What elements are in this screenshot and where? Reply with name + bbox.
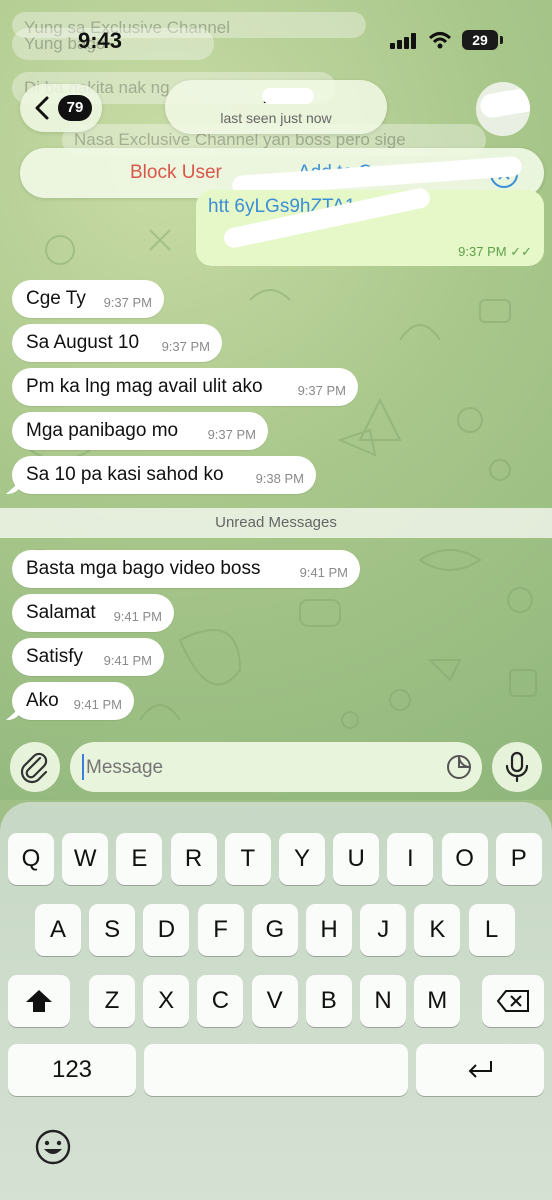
message-time: 9:41 PM — [299, 565, 348, 580]
emoji-icon[interactable] — [34, 1128, 72, 1166]
double-check-icon: ✓✓ — [510, 244, 532, 259]
key-g[interactable]: G — [251, 904, 298, 956]
key-k[interactable]: K — [414, 904, 461, 956]
incoming-message[interactable]: Pm ka lng mag avail ulit ako 9:37 PM — [12, 368, 358, 406]
status-time: 9:43 — [78, 28, 123, 53]
incoming-message[interactable]: Sa 10 pa kasi sahod ko 9:38 PM — [12, 456, 316, 494]
key-y[interactable]: Y — [279, 833, 325, 885]
key-u[interactable]: U — [333, 833, 380, 885]
message-time: 9:37 PM — [207, 427, 256, 442]
numbers-key[interactable]: 123 — [8, 1044, 136, 1096]
incoming-message[interactable]: Salamat 9:41 PM — [12, 594, 174, 632]
key-m[interactable]: M — [414, 975, 461, 1027]
message-time: 9:37 PM — [103, 295, 152, 310]
time-text: 9:37 PM — [458, 244, 507, 259]
message-time: 9:38 PM — [255, 471, 304, 486]
key-s[interactable]: S — [89, 904, 136, 956]
text-caret — [82, 754, 84, 780]
message-text: Sa August 10 — [26, 332, 140, 353]
chevron-left-icon — [35, 96, 49, 120]
avatar[interactable] — [476, 82, 530, 136]
key-z[interactable]: Z — [89, 975, 135, 1027]
attach-button[interactable] — [10, 742, 60, 792]
message-input[interactable] — [84, 754, 428, 782]
key-f[interactable]: F — [197, 904, 244, 956]
delete-key[interactable] — [482, 975, 544, 1027]
shift-icon — [26, 990, 52, 1012]
cellular-signal-icon — [390, 33, 416, 49]
key-e[interactable]: E — [116, 833, 163, 885]
return-key[interactable] — [416, 1044, 544, 1096]
block-user-button[interactable]: Block User — [130, 162, 222, 184]
message-text: Basta mga bago video boss — [26, 558, 261, 579]
return-icon — [468, 1061, 492, 1078]
incoming-message[interactable]: Satisfy 9:41 PM — [12, 638, 164, 676]
message-time: 9:37 PM — [161, 339, 210, 354]
shift-key[interactable] — [8, 975, 70, 1027]
back-button[interactable]: 79 — [20, 84, 102, 132]
key-x[interactable]: X — [143, 975, 190, 1027]
incoming-message[interactable]: Sa August 10 9:37 PM — [12, 324, 222, 362]
status-bar: 9:43 29 — [0, 0, 552, 80]
key-t[interactable]: T — [224, 833, 271, 885]
battery-indicator: 29 — [462, 30, 503, 50]
key-v[interactable]: V — [251, 975, 298, 1027]
unread-messages-divider: Unread Messages — [0, 508, 552, 538]
key-p[interactable]: P — [495, 833, 542, 885]
redaction-mark — [262, 88, 314, 104]
message-time: 9:41 PM — [103, 653, 152, 668]
wifi-icon — [428, 32, 452, 49]
microphone-button[interactable] — [492, 742, 542, 792]
message-time: 9:37 PM — [297, 383, 346, 398]
incoming-message[interactable]: Basta mga bago video boss 9:41 PM — [12, 550, 360, 588]
key-h[interactable]: H — [306, 904, 352, 956]
message-text: Salamat — [26, 602, 96, 623]
key-b[interactable]: B — [305, 975, 352, 1027]
microphone-icon — [505, 751, 529, 783]
message-input-container — [70, 742, 482, 792]
message-text: Cge Ty — [26, 288, 86, 309]
incoming-message[interactable]: Mga panibago mo 9:37 PM — [12, 412, 268, 450]
sticker-icon[interactable] — [446, 754, 472, 780]
message-text: Ako — [26, 690, 59, 711]
key-a[interactable]: A — [35, 904, 81, 956]
key-l[interactable]: L — [468, 904, 515, 956]
key-d[interactable]: D — [143, 904, 190, 956]
key-c[interactable]: C — [197, 975, 244, 1027]
incoming-message[interactable]: Ako 9:41 PM — [12, 682, 134, 720]
key-j[interactable]: J — [360, 904, 407, 956]
space-bar[interactable] — [144, 1044, 408, 1096]
key-r[interactable]: R — [170, 833, 217, 885]
key-i[interactable]: I — [387, 833, 434, 885]
incoming-message[interactable]: Cge Ty 9:37 PM — [12, 280, 164, 318]
last-seen-status: last seen just now — [220, 110, 332, 126]
message-time: 9:37 PM ✓✓ — [458, 244, 532, 260]
message-text: Sa 10 pa kasi sahod ko — [26, 464, 224, 485]
backspace-icon — [496, 990, 529, 1012]
paperclip-icon — [20, 752, 48, 784]
key-q[interactable]: Q — [8, 833, 54, 885]
message-time: 9:41 PM — [113, 609, 162, 624]
key-n[interactable]: N — [360, 975, 406, 1027]
key-w[interactable]: W — [62, 833, 109, 885]
message-text: Pm ka lng mag avail ulit ako — [26, 376, 263, 397]
message-time: 9:41 PM — [73, 697, 122, 712]
message-text: Mga panibago mo — [26, 420, 179, 441]
message-text: Satisfy — [26, 646, 84, 667]
unread-count-badge: 79 — [58, 95, 92, 121]
key-o[interactable]: O — [441, 833, 488, 885]
